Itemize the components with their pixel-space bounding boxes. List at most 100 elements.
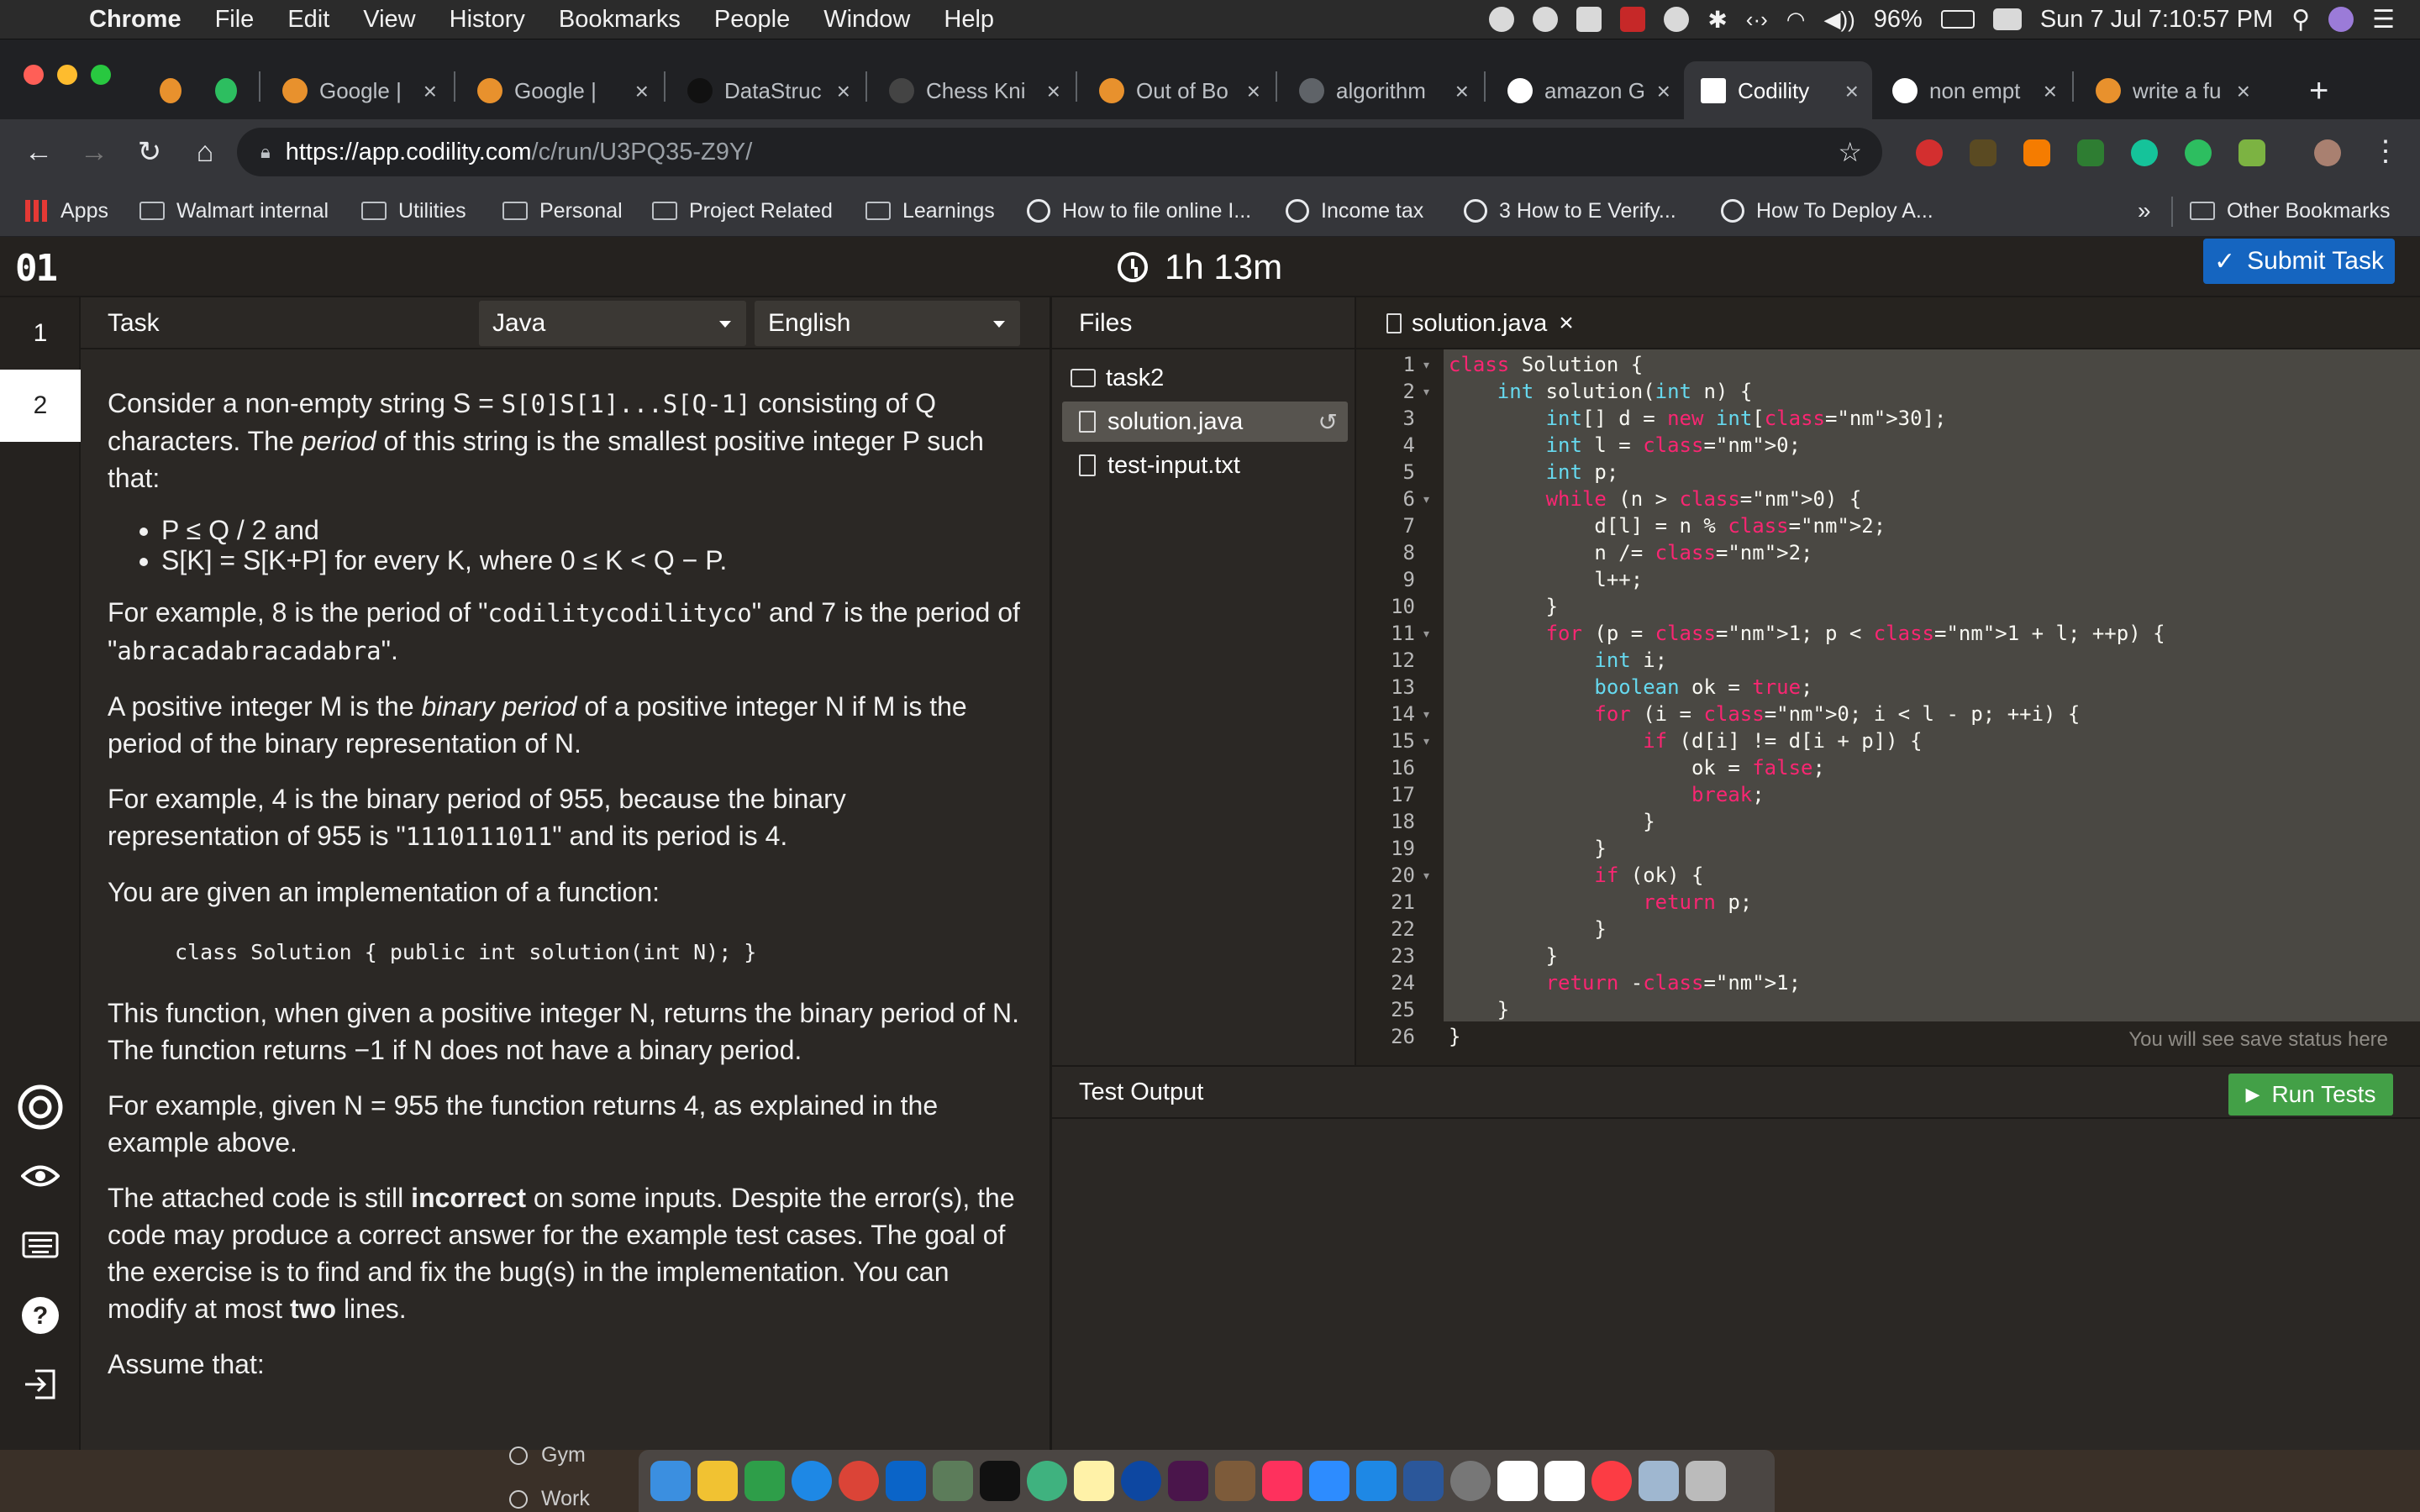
close-window-icon[interactable] xyxy=(24,65,44,85)
close-tab-icon[interactable]: × xyxy=(424,78,437,105)
evernote-ext-icon[interactable] xyxy=(2185,139,2212,166)
eye-icon[interactable] xyxy=(17,1152,64,1200)
minimize-window-icon[interactable] xyxy=(57,65,77,85)
volume-icon[interactable]: ◀)) xyxy=(1823,7,1854,33)
forward-button[interactable]: → xyxy=(77,135,111,169)
outlook-icon[interactable] xyxy=(886,1461,926,1501)
zoom-window-icon[interactable] xyxy=(91,65,111,85)
trash-icon[interactable] xyxy=(1686,1461,1726,1501)
menu-file[interactable]: File xyxy=(215,6,255,34)
tab-google-1[interactable]: Google | × xyxy=(266,61,450,120)
system-preferences-icon[interactable] xyxy=(1450,1461,1491,1501)
launchpad-icon[interactable] xyxy=(697,1461,738,1501)
close-tab-icon[interactable]: × xyxy=(1657,78,1670,105)
folder-task2[interactable]: task2 xyxy=(1062,358,1348,398)
lock-app-icon[interactable] xyxy=(744,1461,785,1501)
search-tray-icon[interactable] xyxy=(1664,7,1690,32)
tab-out-of-bo[interactable]: Out of Bo × xyxy=(1082,61,1274,120)
code-line[interactable]: } xyxy=(1449,810,1655,833)
code-line[interactable]: for (i = class="nm">0; i < l - p; ++i) { xyxy=(1449,702,2080,726)
close-tab-icon[interactable]: × xyxy=(1247,78,1260,105)
keyboard-tray-icon[interactable] xyxy=(1992,8,2022,30)
bookmark-e-verify[interactable]: 3 How to E Verify... xyxy=(1464,197,1676,225)
profile-avatar[interactable] xyxy=(2314,139,2341,166)
close-tab-icon[interactable]: × xyxy=(1845,78,1859,105)
code-line[interactable]: } xyxy=(1449,837,1606,860)
fold-chevron-icon[interactable]: ▾ xyxy=(1423,734,1429,748)
lock-icon[interactable]: 🔒︎ xyxy=(260,141,271,163)
battery-icon[interactable] xyxy=(1940,10,1975,29)
close-tab-icon[interactable]: × xyxy=(1455,78,1469,105)
figure-ext-icon[interactable] xyxy=(2238,139,2265,166)
tab-algorithm[interactable]: algorithm × xyxy=(1282,61,1482,120)
adblock-ext-icon[interactable] xyxy=(1916,139,1943,166)
reload-button[interactable]: ↻ xyxy=(133,135,166,169)
chrome-icon[interactable] xyxy=(839,1461,879,1501)
tab-write-a-fu[interactable]: write a fu × xyxy=(2079,61,2264,120)
close-tab-icon[interactable]: × xyxy=(2044,78,2057,105)
menu-edit[interactable]: Edit xyxy=(287,6,329,34)
fold-chevron-icon[interactable]: ▾ xyxy=(1423,358,1429,372)
menu-bookmarks[interactable]: Bookmarks xyxy=(559,6,681,34)
bookmark-apps[interactable]: Apps xyxy=(25,197,108,225)
code-tray-icon[interactable]: ‹·› xyxy=(1746,7,1768,33)
help-ring-icon[interactable] xyxy=(17,1084,64,1131)
code-line[interactable]: d[l] = n % class="nm">2; xyxy=(1449,514,1886,538)
json-ext-icon[interactable] xyxy=(1970,139,1996,166)
code-line[interactable]: class Solution { xyxy=(1449,353,1643,376)
code-line[interactable]: return -class="nm">1; xyxy=(1449,971,1801,995)
cloud-app-icon[interactable] xyxy=(1356,1461,1397,1501)
menu-people[interactable]: People xyxy=(714,6,790,34)
calendar-icon[interactable] xyxy=(1544,1461,1585,1501)
files-app-icon[interactable] xyxy=(1215,1461,1255,1501)
menu-window[interactable]: Window xyxy=(823,6,910,34)
bookmark-utilities[interactable]: Utilities xyxy=(361,197,466,225)
code-line[interactable]: for (p = class="nm">1; p < class="nm">1 … xyxy=(1449,622,2165,645)
grammarly-ext-icon[interactable] xyxy=(2131,139,2158,166)
notes-icon[interactable] xyxy=(1074,1461,1114,1501)
tab-pinned-1[interactable] xyxy=(143,61,193,120)
code-line[interactable]: return p; xyxy=(1449,890,1752,914)
code-line[interactable]: int[] d = new int[class="nm">30]; xyxy=(1449,407,1947,430)
fold-chevron-icon[interactable]: ▾ xyxy=(1423,627,1429,641)
code-line[interactable]: while (n > class="nm">0) { xyxy=(1449,487,1862,511)
code-line[interactable]: } xyxy=(1449,998,1509,1021)
code-line[interactable]: int i; xyxy=(1449,648,1667,672)
siri-icon[interactable] xyxy=(2328,7,2354,32)
address-bar[interactable]: 🔒︎ https://app.codility.com/c/run/U3PQ35… xyxy=(237,128,1882,176)
file-test-input[interactable]: test-input.txt xyxy=(1062,445,1348,486)
screen-tray-icon[interactable] xyxy=(1576,7,1602,32)
spotlight-icon[interactable]: ⚲ xyxy=(2291,5,2310,34)
code-line[interactable]: int p; xyxy=(1449,460,1619,484)
zoom-app-icon[interactable] xyxy=(1309,1461,1349,1501)
file-solution-java[interactable]: solution.java ↺ xyxy=(1062,402,1348,442)
slack-icon[interactable] xyxy=(1168,1461,1208,1501)
tab-non-empty[interactable]: non empt × xyxy=(1876,61,2070,120)
evernote-tray-icon[interactable] xyxy=(1489,7,1515,32)
close-tab-icon[interactable]: × xyxy=(1047,78,1060,105)
bookmark-walmart-internal[interactable]: Walmart internal xyxy=(139,197,329,225)
tab-google-2[interactable]: Google | × xyxy=(460,61,662,120)
bookmark-personal[interactable]: Personal xyxy=(502,197,623,225)
rss-ext-icon[interactable] xyxy=(2023,139,2050,166)
tab-datastruc[interactable]: DataStruc × xyxy=(671,61,864,120)
back-button[interactable]: ← xyxy=(22,135,55,169)
nav-task-1[interactable]: 1 xyxy=(0,297,81,370)
code-line[interactable]: if (ok) { xyxy=(1449,864,1703,887)
tab-codility[interactable]: Codility × xyxy=(1684,61,1872,120)
close-tab-icon[interactable]: × xyxy=(1559,309,1574,338)
mcafee-tray-icon[interactable] xyxy=(1620,7,1646,32)
bookmark-deploy[interactable]: How To Deploy A... xyxy=(1721,197,1933,225)
human-language-select[interactable]: English xyxy=(755,301,1020,346)
bookmark-star-icon[interactable]: ☆ xyxy=(1838,136,1862,168)
menu-history[interactable]: History xyxy=(450,6,525,34)
code-line[interactable]: } xyxy=(1449,917,1606,941)
code-line[interactable]: boolean ok = true; xyxy=(1449,675,1812,699)
word-icon[interactable] xyxy=(1403,1461,1444,1501)
close-tab-icon[interactable]: × xyxy=(837,78,850,105)
close-tab-icon[interactable]: × xyxy=(635,78,649,105)
maps-icon[interactable] xyxy=(933,1461,973,1501)
code-line[interactable]: int l = class="nm">0; xyxy=(1449,433,1801,457)
language-select[interactable]: Java xyxy=(479,301,746,346)
fold-chevron-icon[interactable]: ▾ xyxy=(1423,869,1429,883)
